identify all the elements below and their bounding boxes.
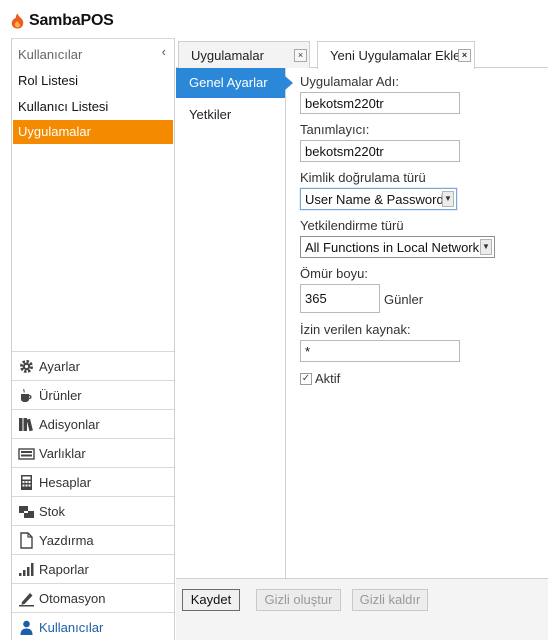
sidebar-item-kullanici-listesi[interactable]: Kullanıcı Listesi bbox=[13, 95, 173, 119]
sidebar: Kullanıcılar ‹ Rol Listesi Kullanıcı Lis… bbox=[11, 38, 175, 640]
pencil-icon bbox=[19, 593, 34, 607]
sidebar-category-stok[interactable]: Stok bbox=[12, 496, 174, 525]
sidebar-category-urunler[interactable]: Ürünler bbox=[12, 380, 174, 409]
sidebar-category-hesaplar[interactable]: Hesaplar bbox=[12, 467, 174, 496]
bar-chart-icon bbox=[19, 563, 34, 576]
category-label: Varlıklar bbox=[39, 446, 86, 461]
close-icon[interactable]: × bbox=[294, 49, 307, 62]
nav-yetkiler[interactable]: Yetkiler bbox=[176, 100, 285, 130]
active-checkbox[interactable]: ✓ bbox=[300, 373, 312, 385]
tab-label: Uygulamalar bbox=[191, 48, 264, 63]
lifetime-label: Ömür boyu: bbox=[300, 266, 368, 281]
sidebar-category-ayarlar[interactable]: Ayarlar bbox=[12, 351, 174, 380]
calculator-icon bbox=[21, 475, 32, 490]
collapse-chevron-icon[interactable]: ‹ bbox=[162, 44, 166, 59]
category-label: Ayarlar bbox=[39, 359, 80, 374]
sidebar-category-varliklar[interactable]: Varlıklar bbox=[12, 438, 174, 467]
authz-type-select[interactable]: All Functions in Local Network ▼ bbox=[300, 236, 495, 258]
app-name-label: Uygulamalar Adı: bbox=[300, 74, 399, 89]
sidebar-item-label: Rol Listesi bbox=[18, 73, 78, 88]
tab-yeni-uygulamalar-ekle[interactable]: Yeni Uygulamalar Ekle × bbox=[317, 41, 475, 69]
allowed-source-label: İzin verilen kaynak: bbox=[300, 322, 411, 337]
chevron-down-icon: ▼ bbox=[442, 191, 454, 207]
books-icon bbox=[19, 418, 33, 432]
allowed-source-input[interactable] bbox=[300, 340, 460, 362]
sidebar-category-raporlar[interactable]: Raporlar bbox=[12, 554, 174, 583]
identifier-input[interactable] bbox=[300, 140, 460, 162]
tab-uygulamalar[interactable]: Uygulamalar × bbox=[178, 41, 310, 68]
user-icon bbox=[20, 620, 33, 635]
identifier-label: Tanımlayıcı: bbox=[300, 122, 370, 137]
lifetime-input[interactable] bbox=[300, 284, 380, 313]
sidebar-category-adisyonlar[interactable]: Adisyonlar bbox=[12, 409, 174, 438]
keyboard-icon bbox=[18, 448, 35, 460]
bottom-button-bar: Kaydet Gizli oluştur Gizli kaldır bbox=[176, 578, 548, 640]
title-bar: SambaPOS bbox=[0, 0, 548, 38]
auth-type-label: Kimlik doğrulama türü bbox=[300, 170, 426, 185]
sidebar-category-kullanicilar[interactable]: Kullanıcılar bbox=[12, 612, 174, 640]
category-label: Stok bbox=[39, 504, 66, 519]
category-label: Adisyonlar bbox=[39, 417, 100, 432]
sidebar-header: Kullanıcılar ‹ bbox=[12, 38, 174, 68]
app-name-input[interactable] bbox=[300, 92, 460, 114]
nav-label: Genel Ayarlar bbox=[189, 75, 268, 90]
sidebar-item-label: Uygulamalar bbox=[18, 124, 91, 139]
active-pointer-arrow-icon bbox=[285, 76, 293, 90]
coffee-cup-icon bbox=[21, 388, 32, 402]
tab-label: Yeni Uygulamalar Ekle bbox=[330, 48, 461, 63]
category-label: Otomasyon bbox=[39, 591, 106, 606]
app-title: SambaPOS bbox=[29, 12, 114, 29]
boxes-icon bbox=[19, 506, 34, 518]
sidebar-item-label: Kullanıcı Listesi bbox=[18, 99, 109, 114]
category-label: Kullanıcılar bbox=[39, 620, 104, 635]
tab-strip: Uygulamalar × Yeni Uygulamalar Ekle × bbox=[176, 38, 548, 69]
sidebar-category-otomasyon[interactable]: Otomasyon bbox=[12, 583, 174, 612]
sidebar-item-rol-listesi[interactable]: Rol Listesi bbox=[13, 69, 173, 93]
remove-secret-button[interactable]: Gizli kaldır bbox=[352, 589, 428, 611]
save-button[interactable]: Kaydet bbox=[182, 589, 240, 611]
auth-type-select[interactable]: User Name & Password ▼ bbox=[300, 188, 457, 210]
orange-flame-icon bbox=[11, 13, 24, 29]
sidebar-category-yazdirma[interactable]: Yazdırma bbox=[12, 525, 174, 554]
category-label: Ürünler bbox=[39, 388, 82, 403]
category-label: Yazdırma bbox=[39, 533, 94, 548]
authz-type-label: Yetkilendirme türü bbox=[300, 218, 404, 233]
sidebar-header-label: Kullanıcılar bbox=[18, 47, 83, 62]
sidebar-item-uygulamalar[interactable]: Uygulamalar bbox=[13, 120, 173, 144]
chevron-down-icon: ▼ bbox=[480, 239, 492, 255]
document-icon bbox=[20, 532, 33, 549]
nav-genel-ayarlar[interactable]: Genel Ayarlar bbox=[176, 68, 285, 98]
auth-type-value: User Name & Password bbox=[305, 192, 444, 207]
category-label: Raporlar bbox=[39, 562, 89, 577]
active-checkbox-label: Aktif bbox=[315, 371, 341, 386]
lifetime-unit: Günler bbox=[384, 292, 424, 307]
nav-label: Yetkiler bbox=[189, 107, 232, 122]
close-icon[interactable]: × bbox=[458, 49, 471, 62]
authz-type-value: All Functions in Local Network bbox=[305, 240, 480, 255]
gear-icon bbox=[20, 360, 33, 373]
settings-nav: Genel Ayarlar Yetkiler bbox=[176, 68, 293, 578]
generate-secret-button[interactable]: Gizli oluştur bbox=[256, 589, 341, 611]
category-label: Hesaplar bbox=[39, 475, 92, 490]
